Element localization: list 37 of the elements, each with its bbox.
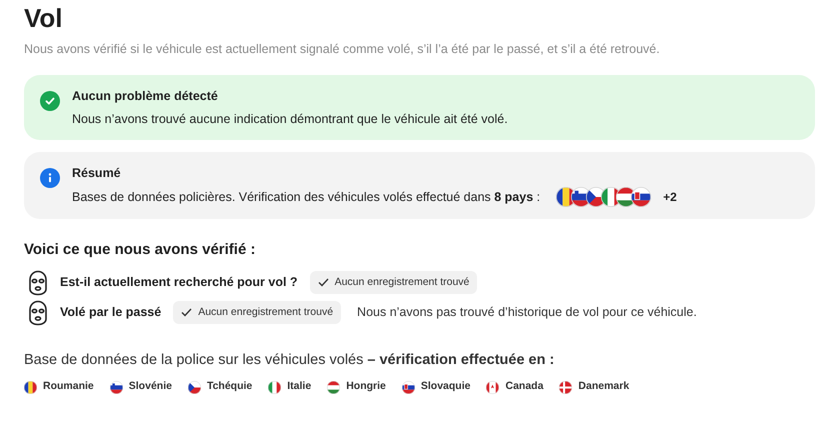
status-badge: Aucun enregistrement trouvé [173,300,342,324]
flag-icon [402,380,415,394]
page-subtitle: Nous avons vérifié si le véhicule est actuellement signalé comme volé, s’il l’a été par le passé, et s’il a été retrouvé. [24,41,661,58]
flag-icon [486,380,500,394]
country-name: Hongrie [346,379,386,394]
country-name: Slovaquie [420,379,470,394]
flag-icon [559,380,572,394]
checkmark-icon [181,308,192,317]
info-icon [40,168,60,188]
flag-icon [327,380,340,394]
country-name: Danemark [578,379,630,394]
section-heading: Base de données de la police sur les véhicules volés – vérification effectuée en : [24,350,556,370]
checkmark-icon [318,278,329,287]
check-icon [40,90,60,111]
country-name: Canada [505,379,544,394]
country-name: Slovénie [128,379,172,394]
status-badge: Aucun enregistrement trouvé [310,270,478,294]
flag-icon [188,380,201,394]
country-name: Tchéquie [206,379,252,394]
page-title: Vol [24,2,64,35]
mask-icon [28,270,48,296]
country-name: Roumanie [43,379,94,394]
alert-title: Résumé [72,165,122,182]
check-note: Nous n’avons pas trouvé d’historique de vol pour ce véhicule. [357,304,697,322]
more-count: +2 [663,189,677,206]
alert-text: Nous n’avons trouvé aucune indication démontrant que le véhicule ait été volé. [72,110,508,128]
section-heading: Voici ce que nous avons vérifié : [24,240,256,260]
country-name: Italie [287,379,312,394]
alert-title: Aucun problème détecté [72,88,219,105]
alert-text: Bases de données policières. Vérification des véhicules volés effectué dans 8 pays : [72,188,540,206]
flag-icon [110,380,123,394]
flag-icon [268,380,282,394]
flag-icon [24,380,37,394]
flag-icon [631,187,652,207]
check-label: Volé par le passé [60,304,162,322]
mask-icon [28,300,48,326]
check-label: Est-il actuellement recherché pour vol ? [60,274,298,292]
